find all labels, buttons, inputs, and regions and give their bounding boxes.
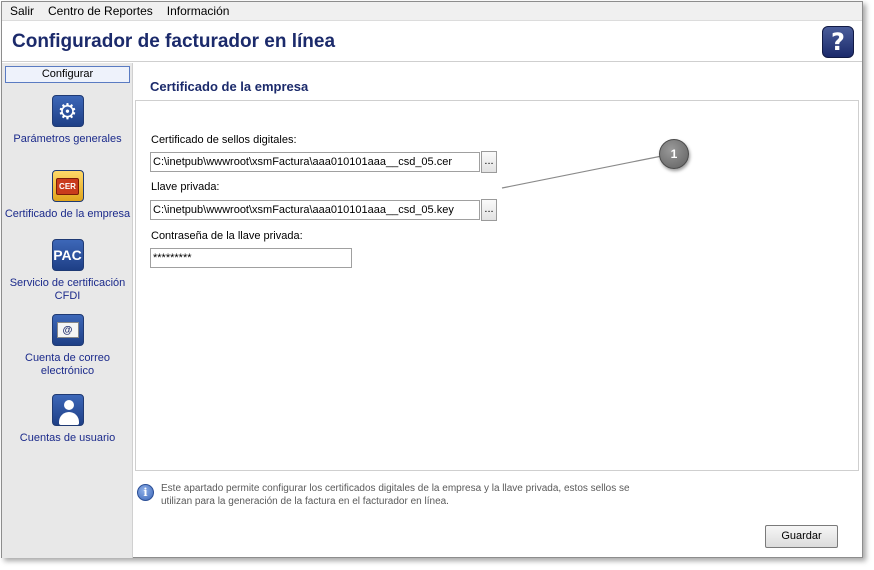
help-icon: ?: [831, 28, 845, 56]
sidebar-item-parametros-generales[interactable]: ⚙ Parámetros generales: [2, 95, 133, 146]
menu-centro-de-reportes[interactable]: Centro de Reportes: [48, 4, 153, 18]
password-field[interactable]: *********: [150, 248, 352, 268]
info-icon: i: [137, 484, 154, 501]
page-title: Configurador de facturador en línea: [12, 31, 336, 52]
cert-label: Certificado de sellos digitales:: [151, 134, 297, 146]
user-icon: [51, 394, 84, 426]
sidebar-item-certificado-de-la-empresa[interactable]: CER Certificado de la empresa: [2, 170, 133, 221]
sidebar-item-cuentas-de-usuario[interactable]: Cuentas de usuario: [2, 394, 133, 445]
sidebar-item-servicio-de-certificacion[interactable]: PAC Servicio de certificación CFDI: [2, 239, 133, 303]
cert-path-field[interactable]: C:\inetpub\wwwroot\xsmFactura\aaa010101a…: [150, 152, 480, 172]
certificate-icon: CER: [51, 170, 84, 202]
menu-salir[interactable]: Salir: [10, 4, 34, 18]
key-path-field[interactable]: C:\inetpub\wwwroot\xsmFactura\aaa010101a…: [150, 200, 480, 220]
help-button[interactable]: ?: [822, 26, 854, 58]
gear-icon: ⚙: [51, 95, 84, 127]
pac-icon: PAC: [51, 239, 84, 271]
save-button[interactable]: Guardar: [765, 525, 838, 548]
sidebar-item-cuenta-de-correo[interactable]: @ Cuenta de correo electrónico: [2, 314, 133, 378]
sidebar-header: Configurar: [5, 66, 130, 83]
sidebar-item-label: Cuentas de usuario: [19, 432, 116, 444]
header: Configurador de facturador en línea ?: [2, 22, 862, 62]
key-label: Llave privada:: [151, 181, 220, 193]
sidebar-item-label: Certificado de la empresa: [4, 208, 131, 220]
sidebar: Configurar ⚙ Parámetros generales CER Ce…: [2, 63, 133, 558]
callout-badge: 1: [659, 139, 689, 169]
info-text: Este apartado permite configurar los cer…: [161, 483, 630, 507]
sidebar-item-label: Servicio de certificación CFDI: [9, 277, 126, 302]
section-title: Certificado de la empresa: [150, 79, 309, 94]
menu-informacion[interactable]: Información: [167, 4, 230, 18]
cert-browse-button[interactable]: ...: [481, 151, 497, 173]
key-browse-button[interactable]: ...: [481, 199, 497, 221]
password-label: Contraseña de la llave privada:: [151, 230, 303, 242]
sidebar-item-label: Cuenta de correo electrónico: [25, 352, 110, 377]
sidebar-item-label: Parámetros generales: [13, 133, 122, 145]
menu-bar: Salir Centro de Reportes Información: [2, 2, 862, 21]
mail-icon: @: [51, 314, 84, 346]
